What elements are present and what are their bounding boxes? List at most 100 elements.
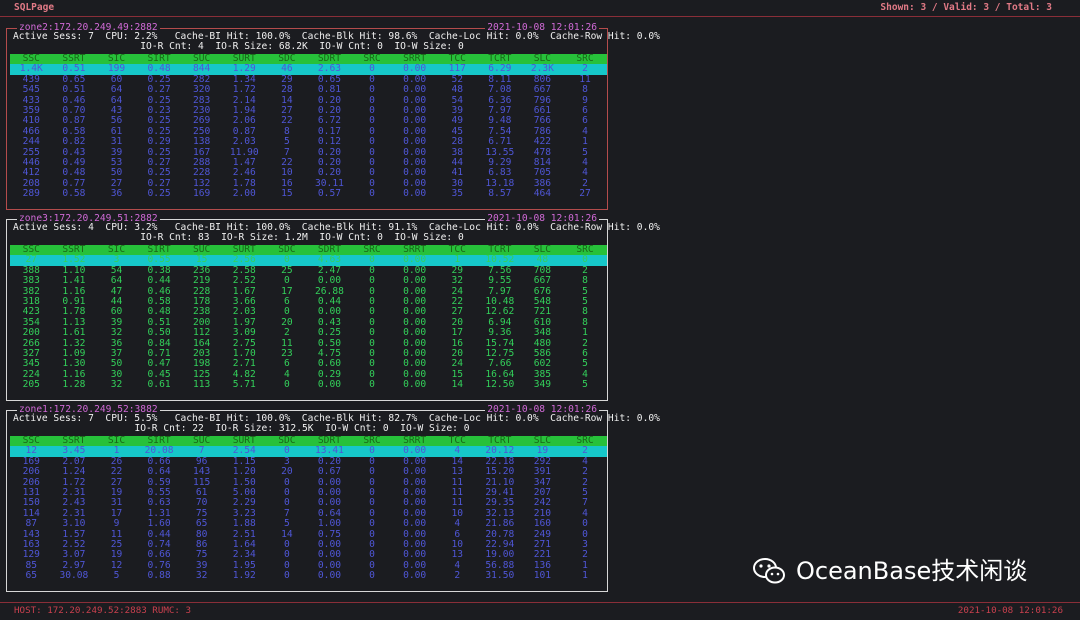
column-header[interactable]: SURT bbox=[223, 436, 266, 446]
column-header[interactable]: TCC bbox=[436, 245, 479, 255]
table-cell: 131 bbox=[22, 487, 40, 498]
table-row[interactable]: 85 2.97 12 0.76 39 1.95 0 0.00 0 0.00 4 56.88 136 1 bbox=[10, 561, 607, 571]
table-cell: 2.56 bbox=[232, 255, 256, 266]
column-header[interactable]: SRC bbox=[351, 436, 394, 446]
table-row[interactable]: 345 1.30 50 0.47 198 2.71 6 0.60 0 0.00 24 7.66 602 5 bbox=[10, 359, 607, 369]
column-header[interactable]: SSRT bbox=[53, 436, 96, 446]
table-row[interactable]: 169 2.07 26 0.66 96 1.15 3 0.20 0 0.00 14 22.18 292 4 bbox=[10, 457, 607, 467]
table-row[interactable]: 545 0.51 64 0.27 320 1.72 28 0.81 0 0.00 48 7.08 667… bbox=[10, 85, 607, 95]
column-header[interactable]: SSC bbox=[10, 54, 53, 64]
column-header[interactable]: SDRT bbox=[308, 245, 351, 255]
column-header[interactable]: SSC bbox=[10, 436, 53, 446]
column-header[interactable]: SRC bbox=[351, 245, 394, 255]
column-header[interactable]: SRC bbox=[351, 54, 394, 64]
column-header[interactable]: SRRT bbox=[393, 436, 436, 446]
table-row[interactable]: 244 0.82 31 0.29 138 2.03 5 0.12 0 0.00 28 6.71 422 1 bbox=[10, 137, 607, 147]
column-header[interactable]: SLC bbox=[521, 54, 564, 64]
table-row[interactable]: 412 0.48 50 0.25 228 2.46 10 0.20 0 0.00 41 6.83 705… bbox=[10, 168, 607, 178]
table-cell: 1.09 bbox=[62, 348, 86, 359]
table-row[interactable]: 388 1.10 54 0.38 236 2.58 25 2.47 0 0.00 29 7.56 708… bbox=[10, 266, 607, 276]
table-row[interactable]: 289 0.58 36 0.25 169 2.00 15 0.57 0 0.00 35 8.57 464… bbox=[10, 189, 607, 199]
table-row[interactable]: 208 0.77 27 0.27 132 1.78 16 30.11 0 0.00 30 13.18 3… bbox=[10, 179, 607, 189]
table-cell: 29.41 bbox=[485, 487, 515, 498]
zone-metrics-table[interactable]: SSC SSRT SIC SIRT SUC SURT SDC SDRT SRC SRRT TCC TC… bbox=[10, 436, 607, 581]
table-cell: 814 bbox=[533, 157, 552, 168]
table-row[interactable]: 423 1.78 60 0.48 238 2.03 0 0.00 0 0.00 27 12.62 721… bbox=[10, 307, 607, 317]
column-header[interactable]: TCC bbox=[436, 436, 479, 446]
table-row[interactable]: 114 2.31 17 1.31 75 3.23 7 0.64 0 0.00 10 32.13 210 4 bbox=[10, 509, 607, 519]
table-row[interactable]: 354 1.13 39 0.51 200 1.97 20 0.43 0 0.00 20 6.94 610… bbox=[10, 318, 607, 328]
selected-table-row[interactable]: 1.4K 0.51 199 0.48 844 1.29 46 2.63 0 0.00 117 6.29… bbox=[10, 64, 607, 75]
table-row[interactable]: 410 0.87 56 0.25 269 2.06 22 6.72 0 0.00 49 9.48 766… bbox=[10, 116, 607, 126]
column-header[interactable]: SRC bbox=[564, 54, 607, 64]
column-header[interactable]: SLC bbox=[521, 436, 564, 446]
table-row[interactable]: 383 1.41 64 0.44 219 2.52 0 0.00 0 0.00 32 9.55 667 8 bbox=[10, 276, 607, 286]
column-header[interactable]: SDC bbox=[266, 54, 309, 64]
table-row[interactable]: 255 0.43 39 0.25 167 11.90 7 0.20 0 0.00 38 13.55 47… bbox=[10, 148, 607, 158]
selected-table-row[interactable]: 12 3.45 1 20.08 7 2.54 0 13.41 0 0.00 4 20.12 19 2 bbox=[10, 446, 607, 457]
column-header[interactable]: SIRT bbox=[138, 245, 181, 255]
zone-metrics-table[interactable]: SSC SSRT SIC SIRT SUC SURT SDC SDRT SRC SRRT TCC TC… bbox=[10, 54, 607, 199]
table-row[interactable]: 318 0.91 44 0.58 178 3.66 6 0.44 0 0.00 22 10.48 548… bbox=[10, 297, 607, 307]
table-cell: 21.10 bbox=[485, 477, 515, 488]
column-header[interactable]: SURT bbox=[223, 245, 266, 255]
table-row[interactable]: 129 3.07 19 0.66 75 2.34 0 0.00 0 0.00 13 19.00 221 2 bbox=[10, 550, 607, 560]
table-row[interactable]: 224 1.16 30 0.45 125 4.82 4 0.29 0 0.00 15 16.64 385… bbox=[10, 370, 607, 380]
column-header[interactable]: TCC bbox=[436, 54, 479, 64]
column-header[interactable]: SIC bbox=[95, 245, 138, 255]
table-cell: 32 bbox=[110, 380, 123, 391]
table-cell: 1.67 bbox=[232, 286, 256, 297]
table-row[interactable]: 206 1.24 22 0.64 143 1.20 20 0.67 0 0.00 13 15.20 39… bbox=[10, 467, 607, 477]
column-header[interactable]: SDC bbox=[266, 245, 309, 255]
table-row[interactable]: 163 2.52 25 0.74 86 1.64 0 0.00 0 0.00 10 22.94 271 3 bbox=[10, 540, 607, 550]
table-row[interactable]: 382 1.16 47 0.46 228 1.67 17 26.88 0 0.00 24 7.97 67… bbox=[10, 287, 607, 297]
column-header[interactable]: SIC bbox=[95, 54, 138, 64]
column-header[interactable]: SRRT bbox=[393, 54, 436, 64]
table-cell: 13.41 bbox=[315, 446, 344, 457]
column-header[interactable]: SRC bbox=[564, 436, 607, 446]
column-header[interactable]: SSRT bbox=[53, 245, 96, 255]
table-cell: 2.43 bbox=[62, 498, 86, 509]
column-header[interactable]: SUC bbox=[180, 54, 223, 64]
column-header[interactable]: SIRT bbox=[138, 436, 181, 446]
table-row[interactable]: 359 0.70 43 0.23 230 1.94 27 0.20 0 0.00 39 7.97 661… bbox=[10, 106, 607, 116]
table-cell: 1.16 bbox=[62, 286, 86, 297]
selected-table-row[interactable]: 27 1.52 3 0.55 15 2.56 0 4.63 0 0.00 1 10.52 48 0 bbox=[10, 255, 607, 266]
column-header[interactable]: SDC bbox=[266, 436, 309, 446]
table-row[interactable]: 131 2.31 19 0.55 61 5.00 0 0.00 0 0.00 11 29.41 207 5 bbox=[10, 488, 607, 498]
table-cell: 1.97 bbox=[232, 317, 256, 328]
column-header[interactable]: SRC bbox=[564, 245, 607, 255]
table-row[interactable]: 466 0.58 61 0.25 250 0.87 8 0.17 0 0.00 45 7.54 786 4 bbox=[10, 127, 607, 137]
column-header[interactable]: TCRT bbox=[479, 436, 522, 446]
column-header[interactable]: SSC bbox=[10, 245, 53, 255]
table-cell: 20 bbox=[281, 317, 293, 328]
column-header[interactable]: SIRT bbox=[138, 54, 181, 64]
table-row[interactable]: 87 3.10 9 1.60 65 1.88 5 1.00 0 0.00 4 21.86 160 0 bbox=[10, 519, 607, 529]
column-header[interactable]: SSRT bbox=[53, 54, 96, 64]
column-header[interactable]: SUC bbox=[180, 245, 223, 255]
zone-metrics-table[interactable]: SSC SSRT SIC SIRT SUC SURT SDC SDRT SRC SRRT TCC TC… bbox=[10, 245, 607, 390]
column-header[interactable]: SLC bbox=[521, 245, 564, 255]
table-row[interactable]: 433 0.46 64 0.25 283 2.14 14 0.20 0 0.00 54 6.36 796… bbox=[10, 96, 607, 106]
table-row[interactable]: 65 30.08 5 0.88 32 1.92 0 0.00 0 0.00 2 31.50 101 1 bbox=[10, 571, 607, 581]
column-header[interactable]: SRRT bbox=[393, 245, 436, 255]
column-header[interactable]: SDRT bbox=[308, 436, 351, 446]
column-header[interactable]: SURT bbox=[223, 54, 266, 64]
table-row[interactable]: 200 1.61 32 0.50 112 3.09 2 0.25 0 0.00 17 9.36 348 1 bbox=[10, 328, 607, 338]
table-row[interactable]: 150 2.43 31 0.63 70 2.29 0 0.00 0 0.00 11 29.35 242 7 bbox=[10, 498, 607, 508]
table-cell: 4 bbox=[582, 157, 588, 168]
table-row[interactable]: 206 1.72 27 0.59 115 1.50 0 0.00 0 0.00 11 21.10 347… bbox=[10, 478, 607, 488]
column-header[interactable]: SDRT bbox=[308, 54, 351, 64]
table-row[interactable]: 143 1.57 11 0.44 80 2.51 14 0.75 0 0.00 6 20.78 249 0 bbox=[10, 530, 607, 540]
table-cell: 0 bbox=[369, 467, 375, 478]
table-cell: 0.63 bbox=[147, 498, 171, 509]
table-row[interactable]: 327 1.09 37 0.71 203 1.70 23 4.75 0 0.00 20 12.75 58… bbox=[10, 349, 607, 359]
table-row[interactable]: 446 0.49 53 0.27 288 1.47 22 0.20 0 0.00 44 9.29 814… bbox=[10, 158, 607, 168]
column-header[interactable]: TCRT bbox=[479, 54, 522, 64]
table-row[interactable]: 266 1.32 36 0.84 164 2.75 11 0.50 0 0.00 16 15.74 48… bbox=[10, 339, 607, 349]
column-header[interactable]: TCRT bbox=[479, 245, 522, 255]
column-header[interactable]: SUC bbox=[180, 436, 223, 446]
table-row[interactable]: 205 1.28 32 0.61 113 5.71 0 0.00 0 0.00 14 12.50 349… bbox=[10, 380, 607, 390]
column-header[interactable]: SIC bbox=[95, 436, 138, 446]
table-row[interactable]: 439 0.65 60 0.25 282 1.34 29 0.65 0 0.00 52 8.11 806… bbox=[10, 75, 607, 85]
